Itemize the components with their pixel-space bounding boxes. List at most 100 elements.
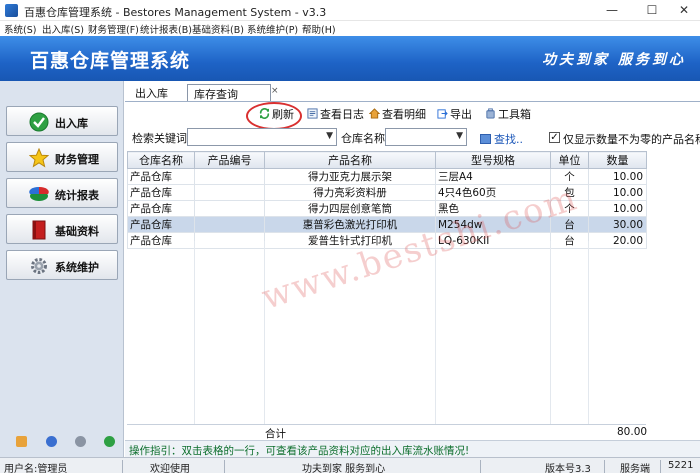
tab-inventory-query[interactable]: 库存查询 × xyxy=(187,84,279,101)
window-title: 百惠仓库管理系统 - Bestores Management System - … xyxy=(24,6,327,19)
table-cell: 三层A4 xyxy=(435,168,551,185)
column-header[interactable]: 单位 xyxy=(550,151,589,169)
add-icon[interactable] xyxy=(104,436,115,447)
status-port: 5221 xyxy=(668,460,694,471)
menu-reports[interactable]: 统计报表(B) xyxy=(140,22,192,36)
menu-finance[interactable]: 财务管理(F) xyxy=(88,22,139,36)
log-icon xyxy=(307,108,318,119)
tab-close-icon[interactable]: × xyxy=(271,86,279,96)
view-detail-button[interactable]: 查看明细 xyxy=(369,106,426,122)
nav-basic-data-label: 基础资料 xyxy=(55,225,99,238)
operation-hint: 操作指引：双击表格的一行，可查看该产品资料对应的出入库流水账情况! xyxy=(129,445,470,457)
column-header[interactable]: 仓库名称 xyxy=(127,151,195,169)
maximize-button[interactable]: ☐ xyxy=(636,0,668,21)
edit-icon[interactable] xyxy=(16,436,27,447)
view-log-button[interactable]: 查看日志 xyxy=(307,106,364,122)
grid-line xyxy=(588,241,589,425)
table-row[interactable]: 产品仓库 得力亚克力展示架 三层A4 个 10.00 xyxy=(127,168,647,185)
nav-finance-label: 财务管理 xyxy=(55,153,99,166)
table-cell: 惠普彩色激光打印机 xyxy=(264,216,436,233)
export-button[interactable]: 导出 xyxy=(437,106,472,122)
keyword-label: 检索关键词 xyxy=(132,132,187,145)
table-empty-area xyxy=(127,241,646,425)
table-cell: M254dw xyxy=(435,216,551,233)
column-header[interactable]: 数量 xyxy=(588,151,647,169)
home-icon xyxy=(369,108,380,119)
pie-chart-icon xyxy=(29,186,49,201)
nav-basic-data-button[interactable]: 基础资料 xyxy=(6,214,118,244)
table-cell: 产品仓库 xyxy=(127,184,195,201)
table-cell: 4只4色60页 xyxy=(435,184,551,201)
view-detail-label: 查看明细 xyxy=(382,108,426,121)
nav-finance-button[interactable]: 财务管理 xyxy=(6,142,118,172)
nonzero-checkbox[interactable]: ✓ xyxy=(549,132,560,143)
minimize-button[interactable]: — xyxy=(596,0,628,21)
nav-inout-button[interactable]: 出入库 xyxy=(6,106,118,136)
table-cell: 个 xyxy=(550,168,589,185)
find-label: 查找.. xyxy=(494,133,523,146)
tab-inout[interactable]: 出入库 xyxy=(129,84,174,101)
nav-reports-label: 统计报表 xyxy=(55,189,99,202)
column-header[interactable]: 产品编号 xyxy=(194,151,265,169)
grid-line xyxy=(194,241,195,425)
nav-maintenance-button[interactable]: 系统维护 xyxy=(6,250,118,280)
operation-hint-bar: 操作指引：双击表格的一行，可查看该产品资料对应的出入库流水账情况! xyxy=(125,440,700,457)
menu-help[interactable]: 帮助(H) xyxy=(302,22,336,36)
app-banner: 百惠仓库管理系统 功夫到家 服务到心 xyxy=(0,36,700,81)
table-cell: 得力亮彩资料册 xyxy=(264,184,436,201)
nav-maintenance-label: 系统维护 xyxy=(55,261,99,274)
left-nav-panel: 出入库 财务管理 统计报表 基础资料 系统维护 xyxy=(0,81,124,457)
table-cell xyxy=(194,184,265,201)
inventory-table: 仓库名称 产品编号 产品名称 型号规格 单位 数量 产品仓库 得力亚克力展示架 … xyxy=(127,151,647,249)
main-content: 出入库 库存查询 × 刷新 查看日志 查看明细 导出 工具箱 检索关键词 ▼ 仓… xyxy=(125,81,700,457)
table-cell: 得力亚克力展示架 xyxy=(264,168,436,185)
banner-slogan: 功夫到家 服务到心 xyxy=(542,52,686,68)
table-cell: 产品仓库 xyxy=(127,216,195,233)
title-bar: 百惠仓库管理系统 - Bestores Management System - … xyxy=(0,0,700,21)
table-cell: 10.00 xyxy=(588,200,647,217)
export-label: 导出 xyxy=(450,108,472,121)
warehouse-combo[interactable]: ▼ xyxy=(385,128,467,146)
export-icon xyxy=(437,109,448,119)
chevron-down-icon: ▼ xyxy=(326,131,333,141)
menu-inout[interactable]: 出入库(S) xyxy=(42,22,84,36)
column-header[interactable]: 型号规格 xyxy=(435,151,551,169)
toolbox-label: 工具箱 xyxy=(498,108,531,121)
close-button[interactable]: ✕ xyxy=(668,0,700,21)
menu-basic-data[interactable]: 基础资料(B) xyxy=(192,22,244,36)
status-slogan: 功夫到家 服务到心 xyxy=(302,464,386,473)
total-label: 合计 xyxy=(265,428,286,440)
table-row[interactable]: 产品仓库 得力亮彩资料册 4只4色60页 包 10.00 xyxy=(127,184,647,201)
menu-system[interactable]: 系统(S) xyxy=(4,22,36,36)
find-button[interactable]: 查找.. xyxy=(480,131,523,147)
view-log-label: 查看日志 xyxy=(320,108,364,121)
total-value: 80.00 xyxy=(617,426,648,438)
status-welcome: 欢迎使用 xyxy=(150,464,190,473)
table-cell xyxy=(194,216,265,233)
keyword-combo[interactable]: ▼ xyxy=(187,128,337,146)
column-header[interactable]: 产品名称 xyxy=(264,151,436,169)
check-icon xyxy=(29,112,49,132)
table-row[interactable]: 产品仓库 得力四层创意笔筒 黑色 个 10.00 xyxy=(127,200,647,217)
gear-icon xyxy=(31,258,47,274)
table-cell: 30.00 xyxy=(588,216,647,233)
table-row-selected[interactable]: 产品仓库 惠普彩色激光打印机 M254dw 台 30.00 xyxy=(127,216,647,233)
info-icon[interactable] xyxy=(46,436,57,447)
status-server: 服务端 xyxy=(620,464,650,473)
nonzero-label: 仅显示数量不为零的产品名称 xyxy=(563,133,700,146)
menu-bar: 系统(S) 出入库(S) 财务管理(F) 统计报表(B) 基础资料(B) 系统维… xyxy=(0,21,700,36)
menu-maintenance[interactable]: 系统维护(P) xyxy=(247,22,298,36)
table-cell: 产品仓库 xyxy=(127,168,195,185)
nav-reports-button[interactable]: 统计报表 xyxy=(6,178,118,208)
table-total-row: 合计 80.00 xyxy=(127,424,648,440)
table-cell: 10.00 xyxy=(588,168,647,185)
nav-inout-label: 出入库 xyxy=(55,117,88,130)
toolbox-icon xyxy=(486,108,495,119)
tab-strip: 出入库 库存查询 × xyxy=(125,81,700,101)
find-icon xyxy=(480,134,491,144)
filter-bar: 检索关键词 ▼ 仓库名称 ▼ 查找.. ✓ 仅显示数量不为零的产品名称 xyxy=(125,126,700,148)
toolbox-button[interactable]: 工具箱 xyxy=(485,106,531,122)
table-header: 仓库名称 产品编号 产品名称 型号规格 单位 数量 xyxy=(127,151,647,169)
settings-icon[interactable] xyxy=(75,436,86,447)
table-cell xyxy=(194,168,265,185)
